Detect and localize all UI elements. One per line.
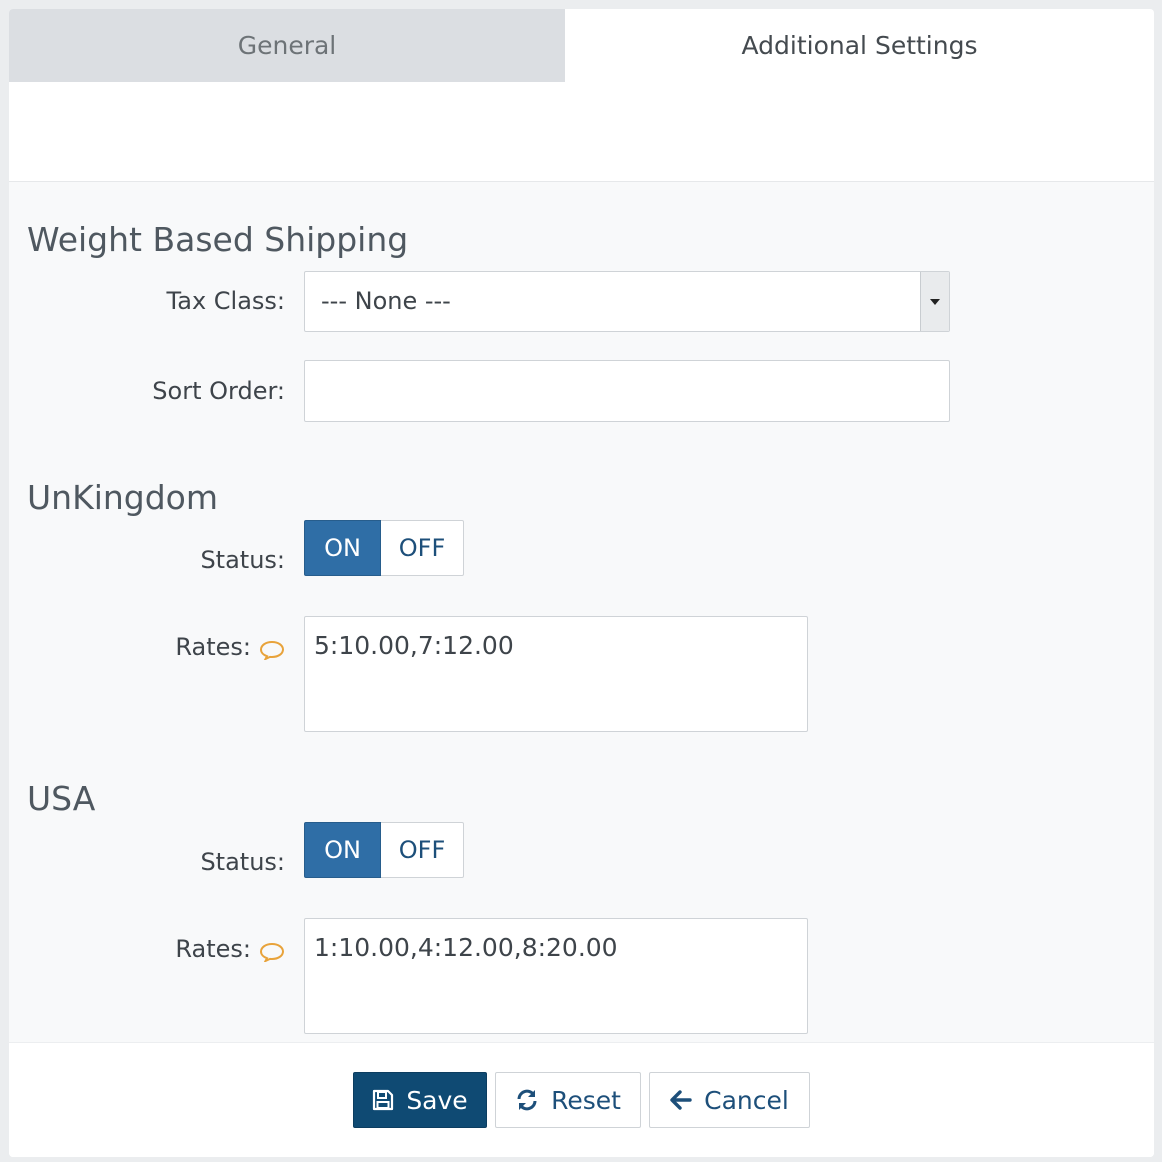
form-body: Weight Based Shipping Tax Class: --- Non… — [9, 182, 1154, 1042]
refresh-icon — [515, 1089, 539, 1111]
tab-bar: General Additional Settings — [9, 9, 1154, 82]
section-title-unkingdom: UnKingdom — [27, 478, 219, 517]
arrow-left-icon — [670, 1090, 692, 1110]
tax-class-selected-value: --- None --- — [321, 287, 451, 315]
comment-icon[interactable] — [259, 638, 285, 662]
unkingdom-rates-textarea[interactable]: 5:10.00,7:12.00 — [304, 616, 808, 732]
tab-general[interactable]: General — [9, 9, 565, 82]
save-button-label: Save — [406, 1085, 468, 1115]
unkingdom-rates-label: Rates: — [175, 633, 285, 662]
section-title-weight-based-shipping: Weight Based Shipping — [27, 220, 409, 259]
unkingdom-status-label: Status: — [200, 546, 285, 574]
tax-class-label: Tax Class: — [166, 287, 285, 315]
rates-label-text: Rates: — [175, 935, 251, 963]
section-title-usa: USA — [27, 779, 96, 818]
usa-status-off-button[interactable]: OFF — [381, 822, 464, 878]
unkingdom-status-toggle: ON OFF — [304, 520, 464, 576]
cancel-button[interactable]: Cancel — [649, 1072, 810, 1128]
cancel-button-label: Cancel — [704, 1085, 789, 1115]
usa-status-toggle: ON OFF — [304, 822, 464, 878]
sort-order-input[interactable] — [304, 360, 950, 422]
reset-button[interactable]: Reset — [495, 1072, 641, 1128]
settings-panel: General Additional Settings Weight Based… — [9, 9, 1154, 1157]
reset-button-label: Reset — [551, 1085, 621, 1115]
usa-rates-textarea[interactable]: 1:10.00,4:12.00,8:20.00 — [304, 918, 808, 1034]
floppy-disk-icon — [372, 1089, 394, 1111]
sort-order-label: Sort Order: — [152, 377, 285, 405]
save-button[interactable]: Save — [353, 1072, 487, 1128]
usa-rates-label: Rates: — [175, 935, 285, 964]
tab-header-area — [9, 82, 1154, 182]
form-actions: Save Reset Cancel — [9, 1042, 1154, 1157]
unkingdom-status-on-button[interactable]: ON — [304, 520, 381, 576]
unkingdom-status-off-button[interactable]: OFF — [381, 520, 464, 576]
chevron-down-icon — [920, 272, 949, 331]
tab-additional-settings[interactable]: Additional Settings — [565, 9, 1154, 82]
usa-status-label: Status: — [200, 848, 285, 876]
comment-icon[interactable] — [259, 940, 285, 964]
usa-status-on-button[interactable]: ON — [304, 822, 381, 878]
rates-label-text: Rates: — [175, 633, 251, 661]
tax-class-select[interactable]: --- None --- — [304, 271, 950, 332]
